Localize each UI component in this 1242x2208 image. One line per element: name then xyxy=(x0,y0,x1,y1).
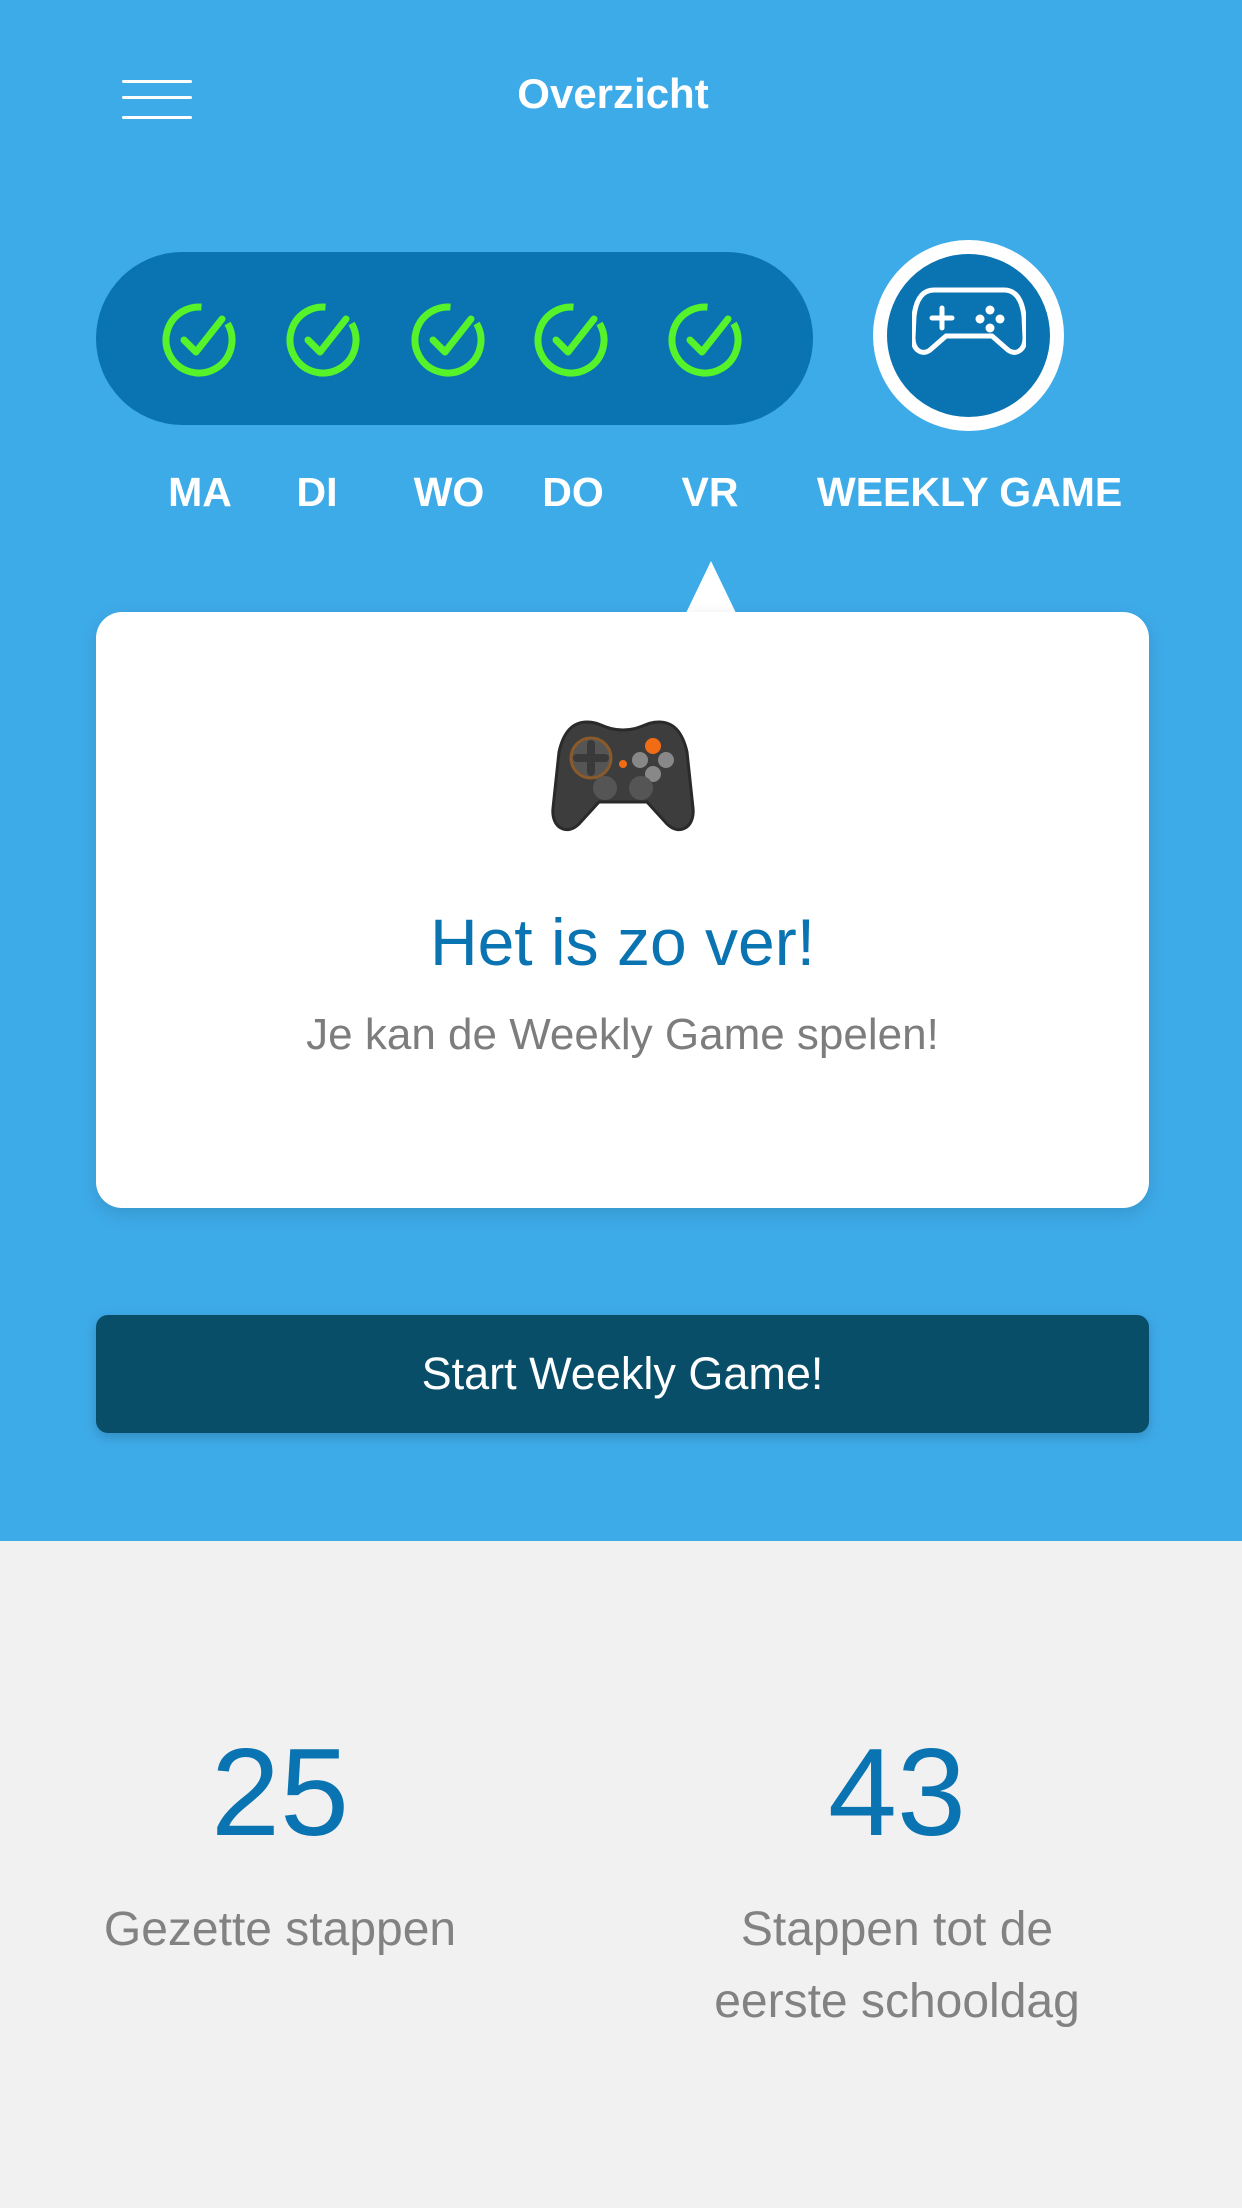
weekly-game-label: WEEKLY GAME xyxy=(817,469,1123,515)
start-weekly-game-button[interactable]: Start Weekly Game! xyxy=(96,1315,1149,1433)
day-label-do: DO xyxy=(542,469,604,515)
check-icon-ma xyxy=(162,303,236,377)
game-controller-icon xyxy=(96,712,1149,845)
check-icon-di xyxy=(286,303,360,377)
check-icon-vr xyxy=(668,303,742,377)
weekly-game-card: Het is zo ver! Je kan de Weekly Game spe… xyxy=(96,612,1149,1208)
stat-label-steps-remaining: Stappen tot de eerste schooldag xyxy=(714,1903,1080,2028)
stat-label-steps-taken: Gezette stappen xyxy=(103,1903,457,1956)
day-label-vr: VR xyxy=(681,469,739,515)
weekly-game-button[interactable] xyxy=(873,240,1064,431)
gamepad-icon xyxy=(912,287,1026,355)
card-subtitle: Je kan de Weekly Game spelen! xyxy=(306,1010,939,1059)
day-label-ma: MA xyxy=(168,469,232,515)
check-icon-wo xyxy=(411,303,485,377)
day-label-wo: WO xyxy=(413,469,485,515)
card-title: Het is zo ver! xyxy=(429,905,816,979)
card-pointer xyxy=(686,561,736,613)
stat-value-steps-taken: 25 xyxy=(211,1724,349,1862)
day-label-di: DI xyxy=(296,469,338,515)
page-title: Overzicht xyxy=(517,70,709,117)
check-icon-do xyxy=(534,303,608,377)
stat-value-steps-remaining: 43 xyxy=(828,1724,966,1862)
